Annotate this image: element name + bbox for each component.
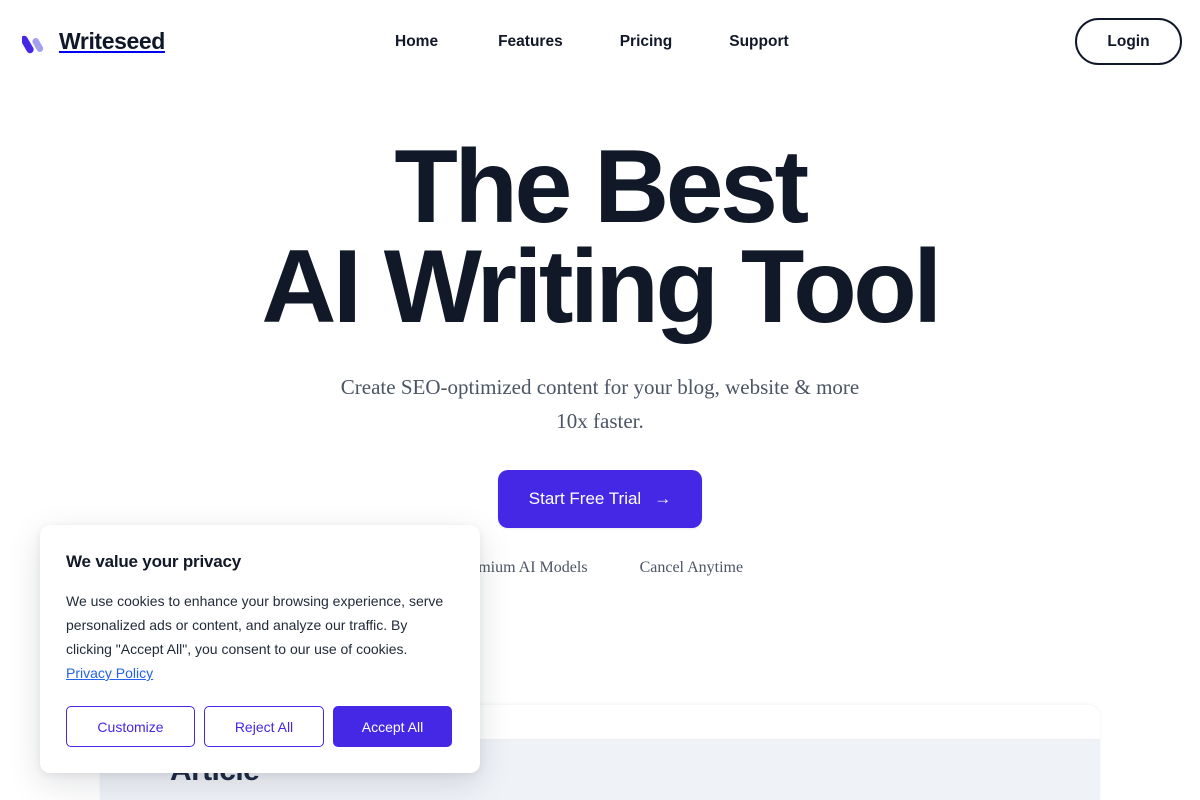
- double-slash-logo-icon: [20, 27, 50, 55]
- brand-logo[interactable]: Writeseed: [20, 27, 165, 55]
- start-free-trial-button[interactable]: Start Free Trial →: [497, 469, 703, 528]
- login-button[interactable]: Login: [1075, 18, 1182, 65]
- hero-title-line-2: AI Writing Tool: [261, 228, 942, 345]
- hero-section: The Best AI Writing Tool Create SEO-opti…: [0, 84, 1200, 577]
- nav-item-support[interactable]: Support: [729, 30, 788, 54]
- cookie-banner-title: We value your privacy: [66, 552, 242, 571]
- brand-name: Writeseed: [59, 27, 165, 54]
- hero-subtitle: Create SEO-optimized content for your bl…: [340, 370, 860, 438]
- privacy-policy-link[interactable]: Privacy Policy: [66, 665, 153, 681]
- nav-item-home[interactable]: Home: [395, 30, 438, 54]
- cta-label: Start Free Trial: [528, 488, 642, 508]
- accept-all-button[interactable]: Accept All: [333, 706, 452, 747]
- cookie-consent-banner: We value your privacy We use cookies to …: [40, 525, 480, 773]
- cookie-banner-body: We use cookies to enhance your browsing …: [66, 593, 444, 657]
- cookie-banner-actions: Customize Reject All Accept All: [66, 706, 454, 747]
- site-header: Writeseed Home Features Pricing Support …: [0, 0, 1200, 84]
- cookie-banner-text: We use cookies to enhance your browsing …: [66, 589, 454, 685]
- customize-button[interactable]: Customize: [66, 706, 195, 747]
- cta-container: Start Free Trial →: [0, 469, 1200, 528]
- main-nav: Home Features Pricing Support: [395, 30, 789, 54]
- hero-subtitle-line-1: Create SEO-optimized content for your bl…: [340, 374, 811, 399]
- page-title: The Best AI Writing Tool: [0, 129, 1200, 345]
- nav-item-pricing[interactable]: Pricing: [620, 30, 673, 54]
- nav-item-features[interactable]: Features: [498, 30, 563, 54]
- trust-item-cancel-anytime: Cancel Anytime: [639, 558, 744, 576]
- reject-all-button[interactable]: Reject All: [204, 706, 324, 747]
- arrow-right-icon: →: [654, 489, 672, 509]
- hero-title-line-1: The Best: [394, 129, 809, 245]
